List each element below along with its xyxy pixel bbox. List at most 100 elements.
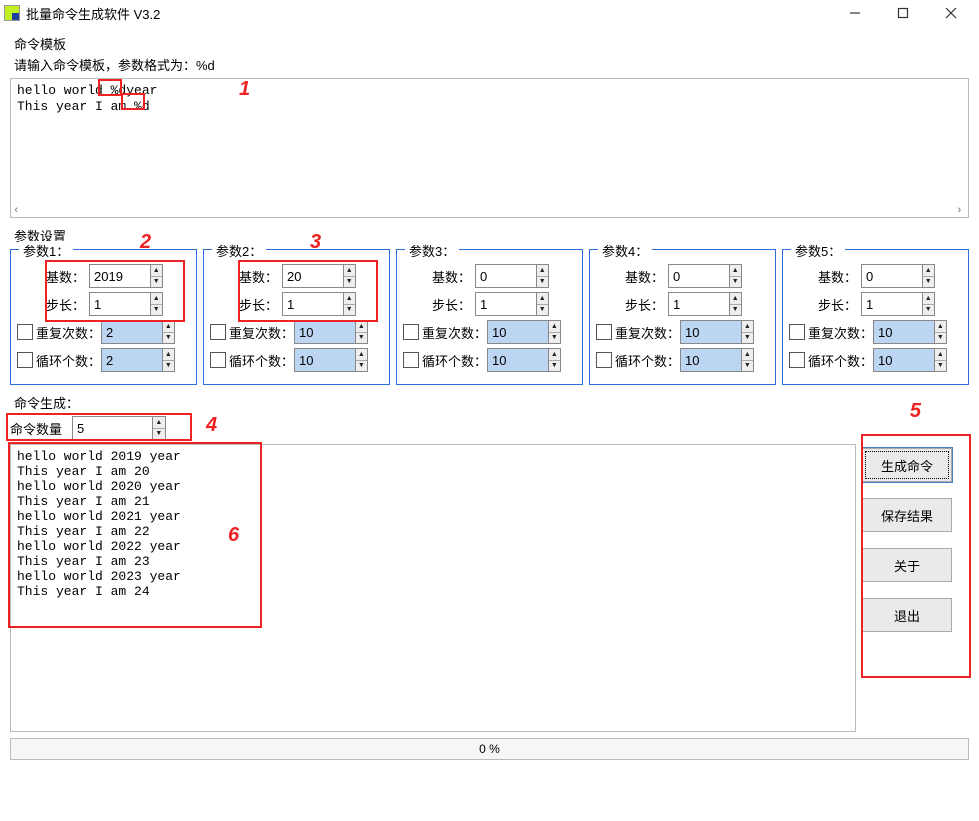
spin-up-icon[interactable]: ▲: [923, 265, 934, 277]
param2-base-input[interactable]: [283, 265, 343, 287]
minimize-button[interactable]: [831, 0, 879, 26]
spin-down-icon[interactable]: ▼: [923, 305, 934, 316]
horizontal-scrollbar[interactable]: ‹ ›: [13, 201, 966, 215]
param5-base-spinner[interactable]: ▲▼: [861, 264, 935, 288]
maximize-button[interactable]: [879, 0, 927, 26]
spin-down-icon[interactable]: ▼: [935, 333, 946, 344]
param4-step-input[interactable]: [669, 293, 729, 315]
spin-up-icon[interactable]: ▲: [356, 349, 367, 361]
spin-down-icon[interactable]: ▼: [151, 305, 162, 316]
param3-loop-input[interactable]: [488, 349, 548, 371]
spin-down-icon[interactable]: ▼: [163, 361, 174, 372]
param2-step-input[interactable]: [283, 293, 343, 315]
spin-down-icon[interactable]: ▼: [923, 277, 934, 288]
param5-step-input[interactable]: [862, 293, 922, 315]
param5-loop-spinner[interactable]: ▲▼: [873, 348, 947, 372]
param3-base-spinner[interactable]: ▲▼: [475, 264, 549, 288]
param5-base-input[interactable]: [862, 265, 922, 287]
param2-repeat-spinner[interactable]: ▲▼: [294, 320, 368, 344]
spin-down-icon[interactable]: ▼: [344, 305, 355, 316]
param2-loop-checkbox[interactable]: [210, 352, 226, 368]
param1-repeat-input[interactable]: [102, 321, 162, 343]
param5-loop-checkbox[interactable]: [789, 352, 805, 368]
param3-loop-spinner[interactable]: ▲▼: [487, 348, 561, 372]
param4-repeat-spinner[interactable]: ▲▼: [680, 320, 754, 344]
param2-loop-input[interactable]: [295, 349, 355, 371]
param1-base-input[interactable]: [90, 265, 150, 287]
count-spinner[interactable]: ▲▼: [72, 416, 166, 440]
param1-loop-spinner[interactable]: ▲▼: [101, 348, 175, 372]
close-button[interactable]: [927, 0, 975, 26]
count-input[interactable]: [73, 417, 152, 439]
param2-base-spinner[interactable]: ▲▼: [282, 264, 356, 288]
param5-repeat-checkbox[interactable]: [789, 324, 805, 340]
param5-loop-input[interactable]: [874, 349, 934, 371]
spin-down-icon[interactable]: ▼: [730, 277, 741, 288]
spin-down-icon[interactable]: ▼: [344, 277, 355, 288]
param2-repeat-input[interactable]: [295, 321, 355, 343]
param1-base-spinner[interactable]: ▲▼: [89, 264, 163, 288]
scroll-right-icon[interactable]: ›: [956, 203, 966, 213]
param1-step-input[interactable]: [90, 293, 150, 315]
param3-repeat-input[interactable]: [488, 321, 548, 343]
param1-step-spinner[interactable]: ▲▼: [89, 292, 163, 316]
spin-up-icon[interactable]: ▲: [730, 293, 741, 305]
spin-down-icon[interactable]: ▼: [163, 333, 174, 344]
param3-repeat-checkbox[interactable]: [403, 324, 419, 340]
spin-up-icon[interactable]: ▲: [151, 293, 162, 305]
spin-up-icon[interactable]: ▲: [935, 349, 946, 361]
spin-down-icon[interactable]: ▼: [356, 361, 367, 372]
param4-step-spinner[interactable]: ▲▼: [668, 292, 742, 316]
param4-loop-checkbox[interactable]: [596, 352, 612, 368]
param4-repeat-checkbox[interactable]: [596, 324, 612, 340]
spin-up-icon[interactable]: ▲: [344, 265, 355, 277]
spin-up-icon[interactable]: ▲: [153, 417, 165, 429]
spin-down-icon[interactable]: ▼: [549, 333, 560, 344]
exit-button[interactable]: 退出: [862, 598, 952, 632]
spin-up-icon[interactable]: ▲: [537, 293, 548, 305]
spin-down-icon[interactable]: ▼: [537, 305, 548, 316]
spin-down-icon[interactable]: ▼: [153, 429, 165, 440]
spin-up-icon[interactable]: ▲: [742, 321, 753, 333]
spin-down-icon[interactable]: ▼: [730, 305, 741, 316]
spin-up-icon[interactable]: ▲: [537, 265, 548, 277]
output-textarea[interactable]: hello world 2019 year This year I am 20 …: [10, 444, 856, 732]
spin-down-icon[interactable]: ▼: [935, 361, 946, 372]
spin-up-icon[interactable]: ▲: [935, 321, 946, 333]
param1-repeat-checkbox[interactable]: [17, 324, 33, 340]
spin-down-icon[interactable]: ▼: [742, 361, 753, 372]
param4-loop-input[interactable]: [681, 349, 741, 371]
param4-loop-spinner[interactable]: ▲▼: [680, 348, 754, 372]
spin-down-icon[interactable]: ▼: [151, 277, 162, 288]
spin-up-icon[interactable]: ▲: [163, 349, 174, 361]
spin-down-icon[interactable]: ▼: [549, 361, 560, 372]
param4-base-input[interactable]: [669, 265, 729, 287]
param3-base-input[interactable]: [476, 265, 536, 287]
param2-loop-spinner[interactable]: ▲▼: [294, 348, 368, 372]
param1-repeat-spinner[interactable]: ▲▼: [101, 320, 175, 344]
spin-up-icon[interactable]: ▲: [923, 293, 934, 305]
param2-step-spinner[interactable]: ▲▼: [282, 292, 356, 316]
spin-down-icon[interactable]: ▼: [356, 333, 367, 344]
param4-base-spinner[interactable]: ▲▼: [668, 264, 742, 288]
about-button[interactable]: 关于: [862, 548, 952, 582]
param3-step-input[interactable]: [476, 293, 536, 315]
spin-up-icon[interactable]: ▲: [163, 321, 174, 333]
spin-up-icon[interactable]: ▲: [344, 293, 355, 305]
param5-repeat-spinner[interactable]: ▲▼: [873, 320, 947, 344]
spin-up-icon[interactable]: ▲: [151, 265, 162, 277]
param2-repeat-checkbox[interactable]: [210, 324, 226, 340]
spin-up-icon[interactable]: ▲: [742, 349, 753, 361]
param3-step-spinner[interactable]: ▲▼: [475, 292, 549, 316]
param5-repeat-input[interactable]: [874, 321, 934, 343]
param1-loop-checkbox[interactable]: [17, 352, 33, 368]
param4-repeat-input[interactable]: [681, 321, 741, 343]
spin-up-icon[interactable]: ▲: [730, 265, 741, 277]
param3-loop-checkbox[interactable]: [403, 352, 419, 368]
spin-up-icon[interactable]: ▲: [549, 321, 560, 333]
spin-up-icon[interactable]: ▲: [356, 321, 367, 333]
generate-button[interactable]: 生成命令: [862, 448, 952, 482]
param1-loop-input[interactable]: [102, 349, 162, 371]
spin-up-icon[interactable]: ▲: [549, 349, 560, 361]
param5-step-spinner[interactable]: ▲▼: [861, 292, 935, 316]
